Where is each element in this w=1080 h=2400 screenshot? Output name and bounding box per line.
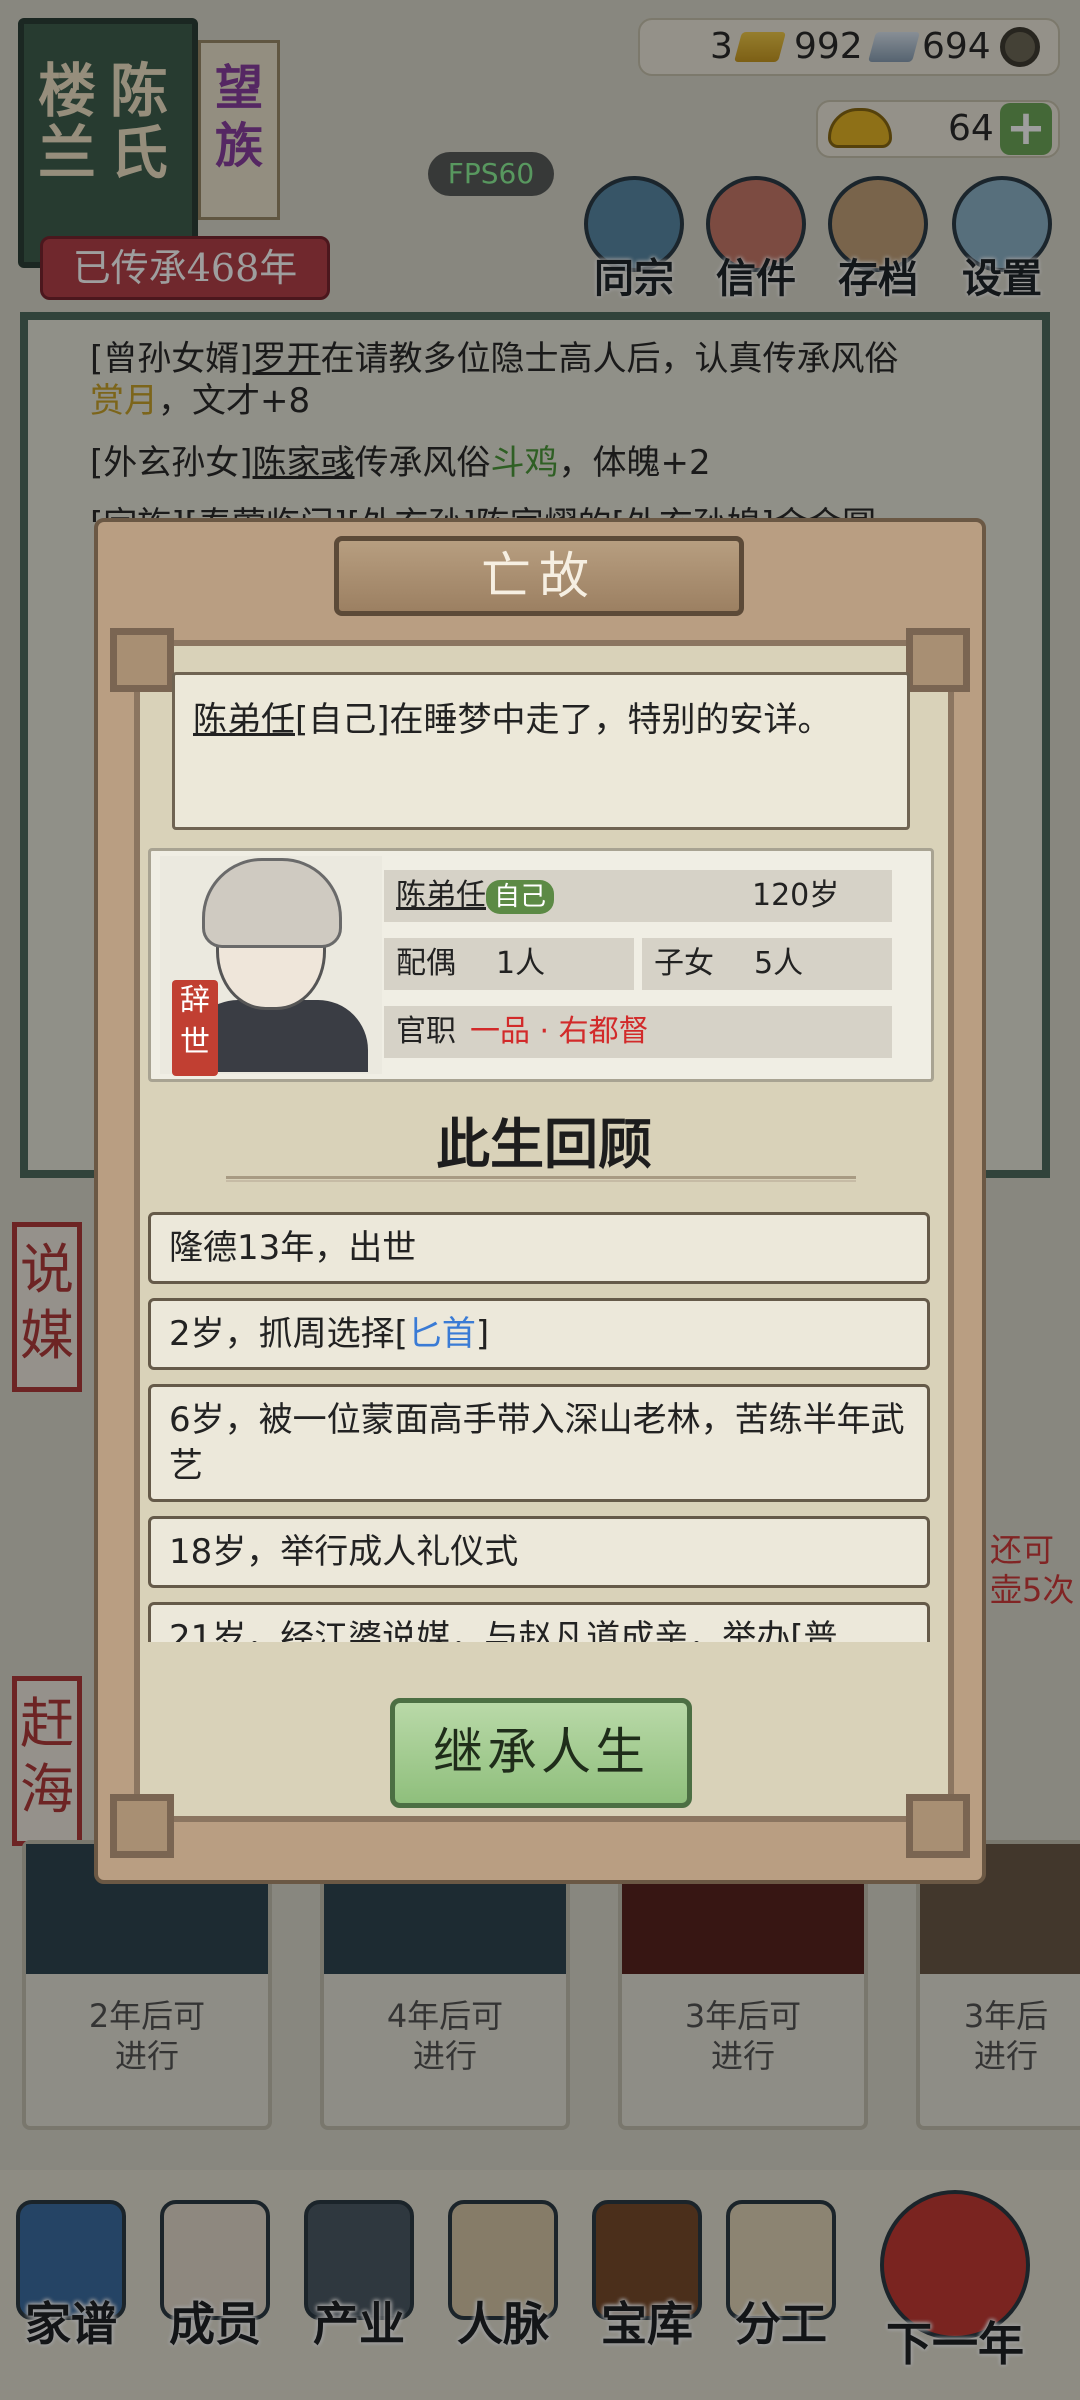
dialog-title: 亡故 <box>334 536 744 616</box>
life-events-list[interactable]: 隆德13年，出世 2岁，抓周选择[匕首] 6岁，被一位蒙面高手带入深山老林，苦练… <box>148 1212 934 1642</box>
death-message: 陈弟任[自己]在睡梦中走了，特别的安详。 <box>172 672 910 830</box>
relation-badge: 自己 <box>486 879 555 914</box>
corner-ornament <box>110 1794 174 1858</box>
life-event-text: 隆德13年，出世 <box>169 1228 417 1268</box>
life-event-text: 2岁，抓周选择[ <box>169 1314 408 1354</box>
life-event-text: 18岁，举行成人礼仪式 <box>169 1532 519 1572</box>
children-value: 5人 <box>754 946 804 981</box>
spouse-label: 配偶 <box>396 946 456 981</box>
portrait-hair <box>202 858 342 948</box>
life-event-text: ] <box>475 1314 490 1354</box>
children-label: 子女 <box>654 946 714 981</box>
spouse-value: 1人 <box>496 946 546 981</box>
life-event-text: 21岁，经江婆说媒，与赵凡道成亲，举办[普 <box>169 1618 838 1642</box>
life-event: 21岁，经江婆说媒，与赵凡道成亲，举办[普 <box>148 1602 930 1642</box>
office-label: 官职 <box>396 1014 456 1049</box>
office-value: 一品 · 右都督 <box>470 1014 649 1049</box>
inherit-life-button[interactable]: 继承人生 <box>390 1698 692 1808</box>
life-event-text: 6岁，被一位蒙面高手带入深山老林，苦练半年武艺 <box>169 1400 905 1486</box>
life-event-item: 匕首 <box>407 1314 476 1354</box>
death-message-text: [自己]在睡梦中走了，特别的安详。 <box>295 700 832 740</box>
corner-ornament <box>906 628 970 692</box>
section-divider <box>226 1176 856 1182</box>
person-age: 120岁 <box>752 878 840 913</box>
life-event: 18岁，举行成人礼仪式 <box>148 1516 930 1588</box>
life-review-title: 此生回顾 <box>436 1112 652 1176</box>
deceased-name-link[interactable]: 陈弟任 <box>193 700 295 740</box>
deceased-seal: 辞世 <box>172 980 218 1076</box>
person-name-row: 陈弟任 自己 120岁 <box>384 870 892 922</box>
spouse-row: 配偶 1人 <box>384 938 634 990</box>
life-event: 隆德13年，出世 <box>148 1212 930 1284</box>
children-row: 子女 5人 <box>642 938 892 990</box>
office-row: 官职 一品 · 右都督 <box>384 1006 892 1058</box>
corner-ornament <box>906 1794 970 1858</box>
corner-ornament <box>110 628 174 692</box>
life-event: 2岁，抓周选择[匕首] <box>148 1298 930 1370</box>
life-event: 6岁，被一位蒙面高手带入深山老林，苦练半年武艺 <box>148 1384 930 1502</box>
person-name[interactable]: 陈弟任 <box>396 878 486 913</box>
